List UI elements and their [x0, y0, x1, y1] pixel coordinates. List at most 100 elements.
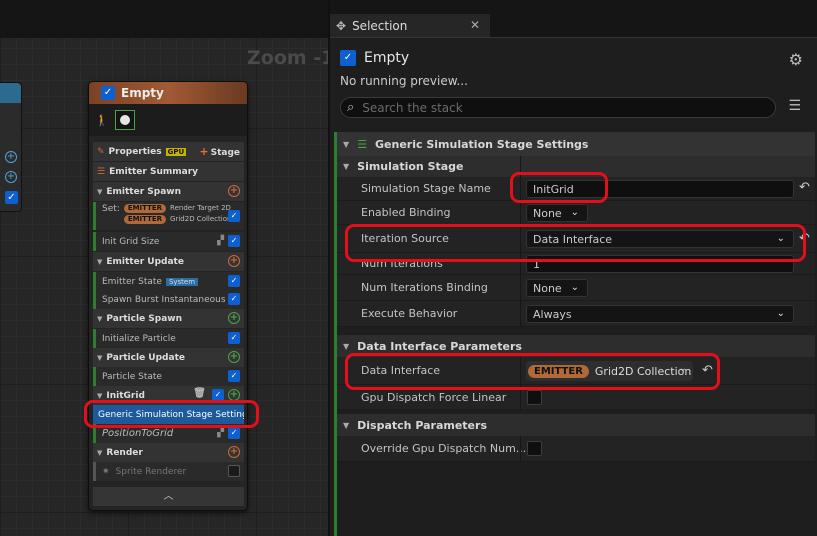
module-enabled-checkbox[interactable]: ✓: [228, 370, 240, 382]
collapse-triangle-icon[interactable]: ▼: [343, 342, 349, 351]
reset-arrow-icon[interactable]: ↶: [799, 231, 810, 246]
column-divider: [520, 436, 521, 462]
sprite-renderer-label: Sprite Renderer: [115, 466, 187, 477]
particle-update-row[interactable]: ▼ Particle Update +: [93, 348, 244, 367]
filter-icon[interactable]: ☰: [788, 98, 801, 114]
module-enabled-checkbox[interactable]: ✓: [228, 427, 240, 439]
iteration-source-dropdown[interactable]: Data Interface ⌄: [526, 230, 794, 248]
collapse-triangle-icon[interactable]: ▼: [97, 258, 102, 266]
initgrid-stage-row[interactable]: ▼ InitGrid 🗑 ✓ +: [93, 386, 244, 405]
add-stage-button[interactable]: + Stage: [199, 145, 240, 158]
trash-icon[interactable]: 🗑: [193, 388, 206, 399]
add-module-icon[interactable]: +: [228, 351, 240, 363]
module-enabled-checkbox[interactable]: ✓: [228, 235, 240, 247]
close-icon[interactable]: ✕: [470, 18, 480, 32]
list-icon: ☰: [97, 166, 106, 177]
stage-name-input[interactable]: InitGrid: [526, 180, 794, 198]
enabled-binding-dropdown[interactable]: None ⌄: [526, 204, 588, 222]
collapse-triangle-icon[interactable]: ▼: [97, 354, 102, 362]
tab-selection[interactable]: ✥ Selection ✕: [330, 14, 490, 38]
selection-panel: ✥ Selection ✕ ✓ Empty ⚙ No running previ…: [328, 0, 817, 536]
search-icon: ⌕: [347, 100, 355, 115]
zoom-label: Zoom -1: [247, 47, 328, 69]
emitter-summary-row[interactable]: ☰ Emitter Summary: [93, 162, 244, 181]
section-simulation-stage-label: Simulation Stage: [357, 160, 464, 173]
emitter-node[interactable]: ✓ Empty 🚶 ✎ Properties GPU + Stage ☰ Emit…: [88, 81, 248, 511]
collapse-triangle-icon[interactable]: ▼: [97, 392, 102, 400]
section-dispatch-params[interactable]: ▼ Dispatch Parameters: [337, 414, 815, 436]
search-input[interactable]: [362, 100, 743, 115]
init-grid-size-label: Init Grid Size: [102, 236, 160, 247]
emitter-enabled-checkbox[interactable]: ✓: [101, 86, 115, 100]
gpu-dispatch-linear-checkbox[interactable]: [527, 390, 542, 405]
gear-icon[interactable]: ⚙: [789, 50, 803, 69]
init-grid-size-row[interactable]: Init Grid Size ▞ ✓: [93, 232, 244, 251]
spawn-burst-row[interactable]: Spawn Burst Instantaneous ✓: [93, 290, 244, 309]
graph-canvas[interactable]: Zoom -1 + + ✓ ✓ Empty 🚶 ✎ Properties GPU…: [0, 0, 328, 536]
collapse-triangle-icon[interactable]: ▼: [97, 449, 102, 457]
position-to-grid-row[interactable]: PositionToGrid ▞ ✓: [93, 424, 244, 443]
iteration-source-label: Iteration Source: [361, 232, 449, 245]
emitter-update-row[interactable]: ▼ Emitter Update +: [93, 252, 244, 271]
num-iterations-binding-dropdown[interactable]: None ⌄: [526, 279, 588, 297]
sprite-renderer-row[interactable]: ✷ Sprite Renderer: [93, 462, 244, 481]
module-enabled-checkbox[interactable]: ✓: [228, 275, 240, 287]
add-renderer-icon[interactable]: +: [228, 446, 240, 458]
chevron-up-icon: ︿: [163, 491, 174, 502]
add-module-icon[interactable]: +: [228, 185, 240, 197]
prop-execute-behavior: Execute Behavior Always ⌄: [337, 301, 815, 327]
collapse-triangle-icon[interactable]: ▼: [343, 421, 349, 430]
add-circle-icon[interactable]: +: [5, 171, 17, 183]
grid2d-collection-label: Grid2D Collection: [170, 215, 232, 223]
collapse-triangle-icon[interactable]: ▼: [343, 140, 349, 149]
num-iterations-input[interactable]: 1: [526, 255, 794, 273]
module-enabled-checkbox[interactable]: ✓: [228, 332, 240, 344]
property-stack: ▼ ☰ Generic Simulation Stage Settings ▼ …: [334, 132, 815, 536]
prop-data-interface: Data Interface EMITTER Grid2D Collection…: [337, 357, 815, 385]
column-divider: [520, 275, 521, 301]
offscreen-node[interactable]: + + ✓: [0, 82, 22, 212]
render-row[interactable]: ▼ Render +: [93, 443, 244, 462]
enabled-checkbox[interactable]: ✓: [5, 191, 18, 204]
collapse-node-button[interactable]: ︿: [93, 487, 244, 506]
set-label: Set:: [102, 204, 120, 214]
section-data-interface-params[interactable]: ▼ Data Interface Parameters: [337, 335, 815, 357]
particle-spawn-row[interactable]: ▼ Particle Spawn +: [93, 309, 244, 328]
emitter-state-row[interactable]: Emitter State System ✓: [93, 272, 244, 291]
reset-arrow-icon[interactable]: ↶: [702, 363, 713, 378]
initialize-particle-row[interactable]: Initialize Particle ✓: [93, 329, 244, 348]
sprite-icon: ✷: [102, 466, 110, 477]
set-parameters-row[interactable]: Set: EMITTER Render Target 2D EMITTER Grid…: [93, 202, 244, 230]
add-circle-icon[interactable]: +: [5, 151, 17, 163]
override-gpu-dispatch-checkbox[interactable]: [527, 441, 542, 456]
properties-row[interactable]: ✎ Properties GPU + Stage: [93, 142, 244, 161]
renderer-enabled-checkbox[interactable]: [228, 465, 240, 477]
data-interface-dropdown[interactable]: EMITTER Grid2D Collection ⌄: [526, 361, 693, 381]
data-interface-value: Grid2D Collection: [594, 364, 692, 378]
emitter-spawn-row[interactable]: ▼ Emitter Spawn +: [93, 182, 244, 201]
enabled-binding-value: None: [533, 206, 562, 220]
module-enabled-checkbox[interactable]: ✓: [228, 293, 240, 305]
generic-sim-stage-settings-row[interactable]: Generic Simulation Stage Settings: [93, 405, 244, 424]
add-module-icon[interactable]: +: [228, 255, 240, 267]
section-simulation-stage[interactable]: ▼ Simulation Stage: [337, 156, 815, 177]
collapse-triangle-icon[interactable]: ▼: [97, 315, 102, 323]
preview-thumbnail[interactable]: [114, 110, 135, 130]
num-iterations-label: Num Iterations: [361, 257, 443, 270]
collapse-triangle-icon[interactable]: ▼: [97, 188, 102, 196]
stage-enabled-checkbox[interactable]: ✓: [212, 389, 224, 401]
person-icon[interactable]: 🚶: [95, 114, 109, 127]
stack-search[interactable]: ⌕: [340, 97, 776, 118]
add-module-icon[interactable]: +: [228, 312, 240, 324]
add-module-icon[interactable]: +: [228, 389, 240, 401]
particle-state-row[interactable]: Particle State ✓: [93, 367, 244, 386]
chevron-down-icon: ⌄: [776, 308, 785, 319]
collapse-triangle-icon[interactable]: ▼: [343, 162, 349, 171]
emitter-node-header[interactable]: ✓ Empty: [89, 82, 247, 104]
section-generic-sim-stage[interactable]: ▼ ☰ Generic Simulation Stage Settings: [337, 132, 815, 156]
selection-enabled-checkbox[interactable]: ✓: [340, 50, 356, 66]
reset-arrow-icon[interactable]: ↶: [799, 180, 810, 195]
prop-override-gpu-dispatch: Override Gpu Dispatch Num...: [337, 436, 815, 462]
execute-behavior-dropdown[interactable]: Always ⌄: [526, 305, 794, 323]
module-enabled-checkbox[interactable]: ✓: [228, 210, 240, 222]
